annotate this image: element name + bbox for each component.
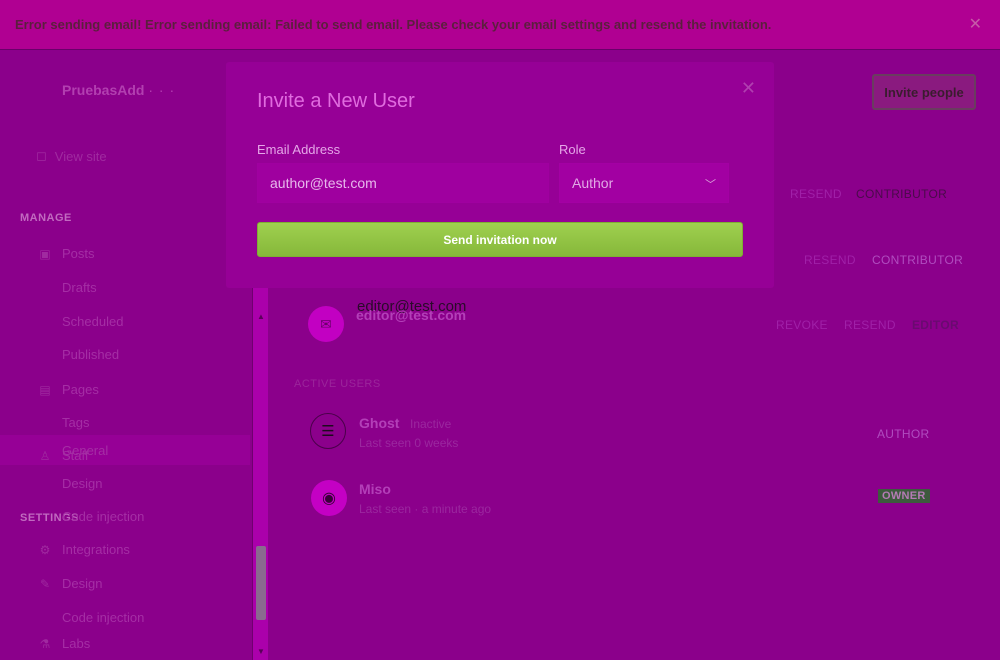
nav-labs-label: Labs <box>62 636 91 651</box>
role-select[interactable]: Author ﹀ <box>559 163 729 203</box>
nav-code-injection-settings-label: Code injection <box>62 610 145 625</box>
scroll-up-icon[interactable]: ▲ <box>257 312 265 321</box>
user-icon: ◉ <box>322 490 336 507</box>
user-name[interactable]: Ghost <box>359 415 399 431</box>
nav-published[interactable]: Published <box>62 347 119 362</box>
role-tag: AUTHOR <box>877 427 930 441</box>
revoke-link[interactable]: REVOKE <box>776 318 828 332</box>
owner-badge: OWNER <box>878 489 930 503</box>
nav-pages[interactable]: ▤ Pages <box>38 382 99 397</box>
scroll-down-icon[interactable]: ▼ <box>257 647 265 656</box>
design-icon: ✎ <box>39 576 51 591</box>
send-invitation-button[interactable]: Send invitation now <box>257 222 743 257</box>
invited-email-shadow: editor@test.com <box>356 307 467 323</box>
user-last-seen: Last seen · a minute ago <box>359 502 492 516</box>
error-banner: Error sending email! Error sending email… <box>0 0 1000 50</box>
close-icon[interactable]: ✕ <box>741 78 756 99</box>
posts-icon: ▣ <box>39 246 51 261</box>
user-last-seen: Last seen 0 weeks <box>359 436 459 450</box>
invite-user-modal: Invite a New User ✕ Email Address Role A… <box>226 62 774 288</box>
view-site-label: View site <box>54 148 107 164</box>
nav-integrations[interactable]: ⚙ Integrations <box>38 542 130 557</box>
integrations-icon: ⚙ <box>39 542 51 557</box>
chevron-down-icon: ﹀ <box>705 179 716 191</box>
resend-link[interactable]: RESEND <box>790 187 842 201</box>
role-select-value: Author <box>572 175 614 191</box>
resend-link[interactable]: RESEND <box>844 318 896 332</box>
avatar: ☰ <box>310 413 346 449</box>
nav-tags-label: Tags <box>62 415 90 430</box>
view-site-link[interactable]: ◻ View site <box>36 148 107 164</box>
nav-design-label: Design <box>62 476 103 491</box>
nav-drafts[interactable]: Drafts <box>62 280 97 295</box>
external-link-icon: ◻ <box>36 148 47 163</box>
nav-code-injection-label: Code injection <box>62 509 145 524</box>
ghost-logo-icon: ☰ <box>321 423 335 440</box>
nav-general[interactable]: General <box>62 443 108 458</box>
scrollbar-thumb[interactable] <box>256 546 266 620</box>
avatar: ◉ <box>311 480 347 516</box>
role-label: Role <box>559 142 586 157</box>
blog-title-text: PruebasAdd <box>62 82 145 98</box>
nav-pages-label: Pages <box>62 382 99 397</box>
close-icon[interactable]: ✕ <box>969 14 982 34</box>
nav-posts[interactable]: ▣ Posts <box>38 246 95 261</box>
nav-integrations-label: Integrations <box>62 542 130 557</box>
nav-published-label: Published <box>62 347 120 362</box>
avatar: ✉ <box>308 306 344 342</box>
nav-labs[interactable]: ⚗ Labs <box>38 636 91 651</box>
user-name[interactable]: Miso <box>359 481 391 497</box>
nav-scheduled-label: Scheduled <box>62 314 124 329</box>
user-status-tag: Inactive <box>410 417 452 431</box>
nav-code-injection-settings[interactable]: Code injection <box>62 610 144 625</box>
modal-title: Invite a New User <box>257 90 415 112</box>
invite-people-button[interactable]: Invite people <box>872 74 976 110</box>
email-label: Email Address <box>257 142 341 157</box>
nav-design-settings[interactable]: ✎ Design <box>38 576 103 591</box>
mail-icon: ✉ <box>320 315 332 332</box>
blog-title[interactable]: PruebasAdd · · · <box>62 82 175 98</box>
pages-icon: ▤ <box>39 382 51 397</box>
nav-general-label: General <box>62 443 109 458</box>
labs-icon: ⚗ <box>39 636 51 651</box>
nav-design-settings-label: Design <box>62 576 103 591</box>
nav-posts-label: Posts <box>62 246 95 261</box>
error-message: Error sending email! Error sending email… <box>15 17 772 32</box>
nav-scheduled[interactable]: Scheduled <box>62 314 123 329</box>
nav-drafts-label: Drafts <box>62 280 97 295</box>
nav-code-injection[interactable]: Code injection <box>62 509 144 524</box>
resend-link[interactable]: RESEND <box>804 253 856 267</box>
sidebar-scrollbar[interactable]: ▲ ▼ <box>252 286 268 660</box>
email-input[interactable] <box>257 163 549 203</box>
role-tag: CONTRIBUTOR <box>856 187 948 201</box>
nav-design[interactable]: Design <box>62 476 102 491</box>
manage-section-label: MANAGE <box>20 212 72 224</box>
staff-icon: ♙ <box>39 448 51 463</box>
role-tag: CONTRIBUTOR <box>872 253 964 267</box>
blog-title-suffix: · · · <box>148 82 176 98</box>
active-users-heading: ACTIVE USERS <box>294 378 381 390</box>
nav-tags[interactable]: Tags <box>62 415 89 430</box>
role-tag: EDITOR <box>912 318 959 332</box>
